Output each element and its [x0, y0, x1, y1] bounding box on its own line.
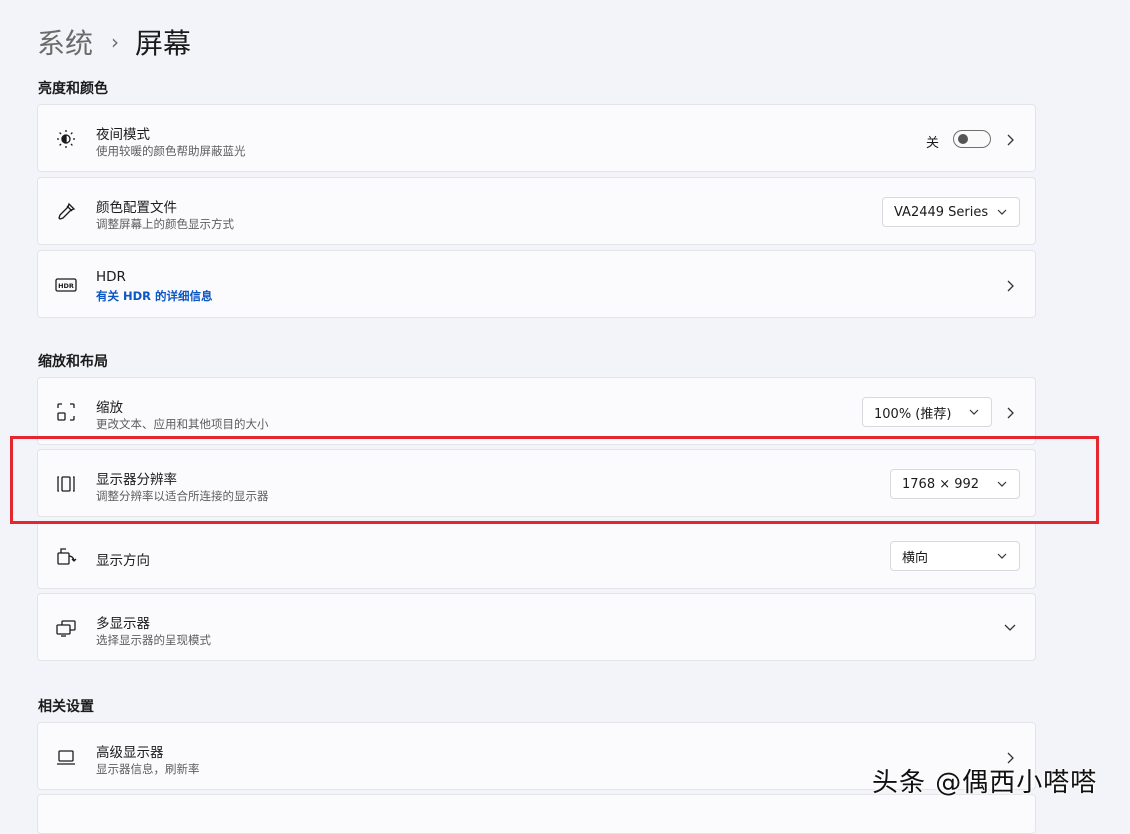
- color-profile-title: 颜色配置文件: [96, 200, 177, 216]
- chevron-down-icon: [997, 553, 1007, 559]
- night-light-subtitle: 使用较暖的颜色帮助屏蔽蓝光: [96, 144, 246, 158]
- eyedropper-icon: [55, 201, 77, 223]
- scale-icon: [55, 401, 77, 423]
- hdr-info-link[interactable]: 有关 HDR 的详细信息: [96, 288, 213, 304]
- advanced-display-title: 高级显示器: [96, 745, 164, 761]
- hdr-card[interactable]: HDR HDR 有关 HDR 的详细信息: [37, 250, 1036, 318]
- chevron-down-icon[interactable]: [1003, 620, 1017, 634]
- color-profile-value: VA2449 Series: [894, 204, 989, 220]
- night-light-toggle[interactable]: [953, 130, 991, 148]
- chevron-down-icon: [997, 209, 1007, 215]
- color-profile-card: 颜色配置文件 调整屏幕上的颜色显示方式 VA2449 Series: [37, 177, 1036, 245]
- breadcrumb-separator: ›: [111, 30, 120, 54]
- scale-title: 缩放: [96, 400, 123, 416]
- multi-display-title: 多显示器: [96, 616, 150, 632]
- night-light-toggle-label: 关: [925, 136, 939, 151]
- night-light-title: 夜间模式: [96, 127, 150, 143]
- multi-display-subtitle: 选择显示器的呈现模式: [96, 633, 211, 647]
- section-title-related: 相关设置: [38, 699, 94, 715]
- section-title-brightness: 亮度和颜色: [38, 81, 108, 97]
- scale-subtitle: 更改文本、应用和其他项目的大小: [96, 417, 269, 431]
- page-title: 屏幕: [135, 27, 192, 60]
- multi-display-card[interactable]: 多显示器 选择显示器的呈现模式: [37, 593, 1036, 661]
- scale-card[interactable]: 缩放 更改文本、应用和其他项目的大小 100% (推荐): [37, 377, 1036, 445]
- rotate-icon: [55, 545, 77, 567]
- hdr-icon: HDR: [55, 274, 77, 296]
- section-title-scale-layout: 缩放和布局: [38, 354, 108, 370]
- highlight-box: [10, 436, 1099, 524]
- orientation-title: 显示方向: [96, 553, 150, 569]
- chevron-right-icon[interactable]: [1005, 405, 1015, 419]
- orientation-card: 显示方向 横向: [37, 521, 1036, 589]
- color-profile-dropdown[interactable]: VA2449 Series: [882, 197, 1020, 227]
- scale-value: 100% (推荐): [874, 406, 952, 422]
- orientation-value: 横向: [902, 550, 929, 566]
- brightness-icon: [55, 128, 77, 150]
- scale-dropdown[interactable]: 100% (推荐): [862, 397, 992, 427]
- breadcrumb-parent-system[interactable]: 系统: [37, 22, 93, 62]
- chevron-right-icon[interactable]: [1005, 278, 1015, 292]
- advanced-display-subtitle: 显示器信息，刷新率: [96, 762, 200, 776]
- laptop-icon: [55, 746, 77, 768]
- chevron-down-icon: [969, 409, 979, 415]
- hdr-icon-text: HDR: [58, 282, 74, 290]
- watermark: 头条 @偶西小嗒嗒: [872, 768, 1098, 798]
- night-light-card[interactable]: 夜间模式 使用较暖的颜色帮助屏蔽蓝光 关: [37, 104, 1036, 172]
- toggle-knob: [958, 134, 968, 144]
- next-setting-card[interactable]: [37, 794, 1036, 834]
- multi-monitor-icon: [55, 617, 77, 639]
- hdr-title: HDR: [96, 269, 126, 285]
- chevron-right-icon[interactable]: [1005, 132, 1015, 146]
- breadcrumb: 系统 › 屏幕: [37, 22, 191, 62]
- orientation-dropdown[interactable]: 横向: [890, 541, 1020, 571]
- color-profile-subtitle: 调整屏幕上的颜色显示方式: [96, 217, 234, 231]
